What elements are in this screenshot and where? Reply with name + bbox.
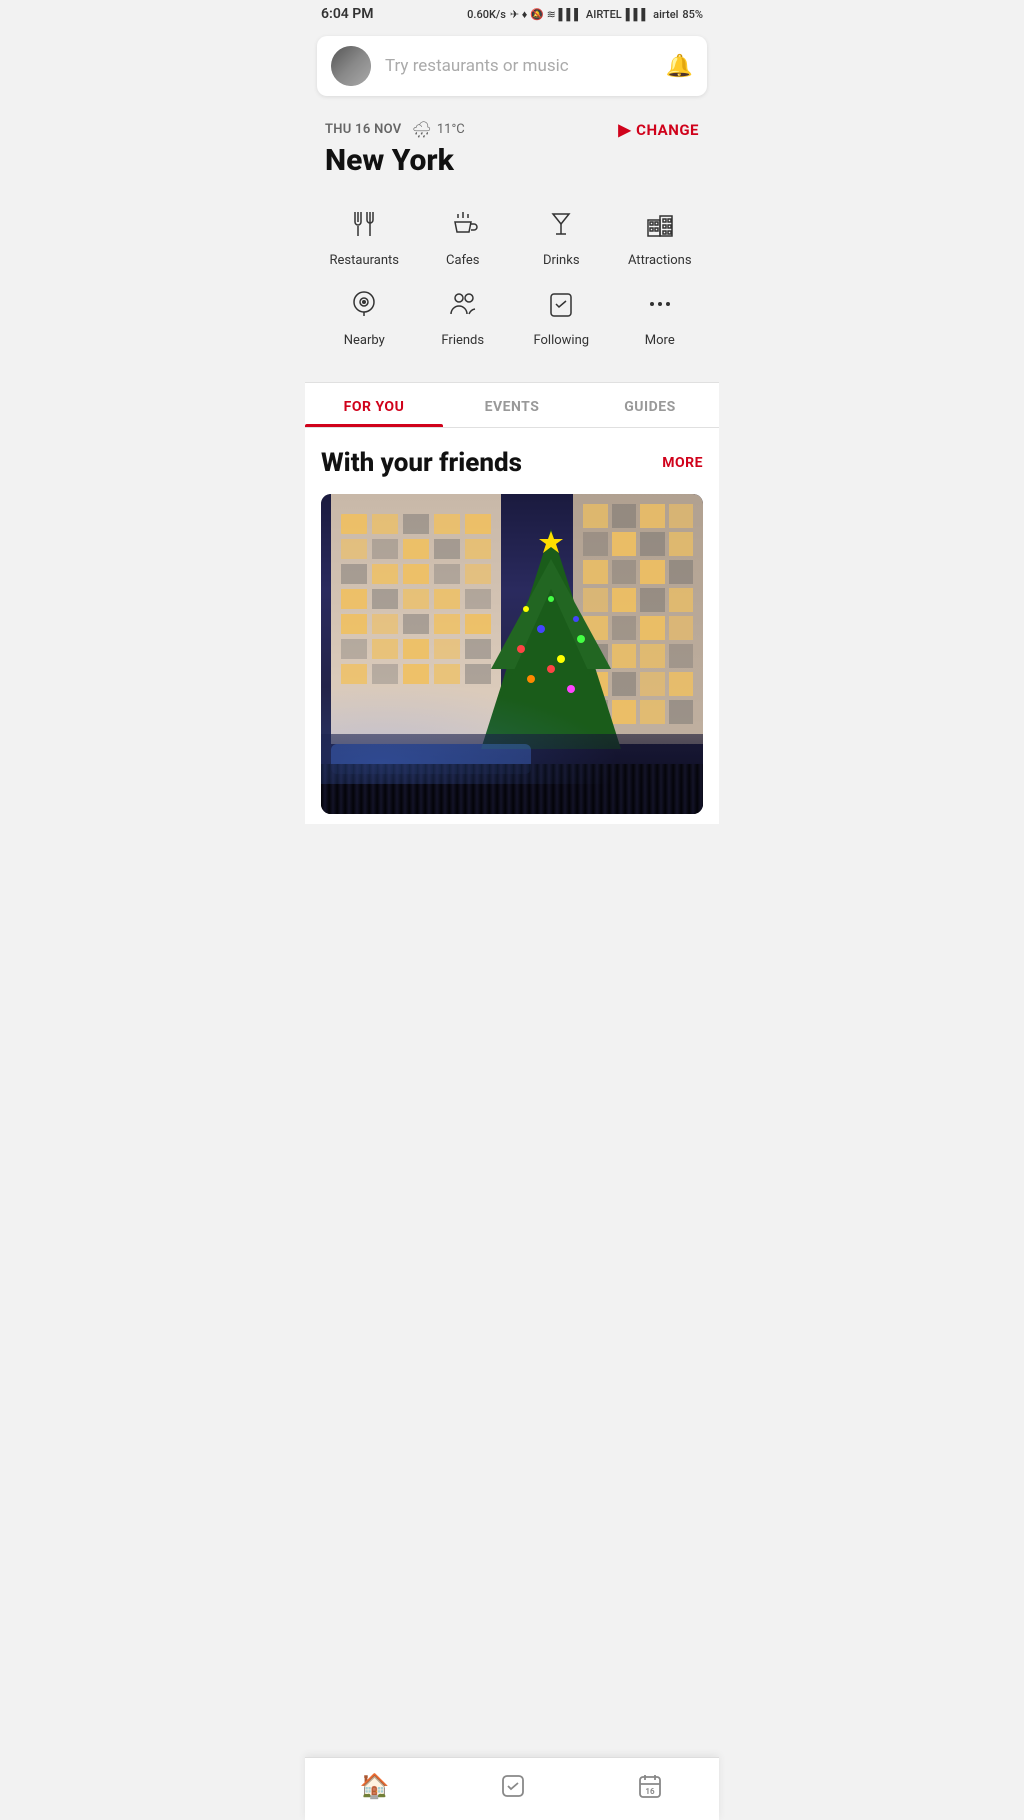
time: 6:04 PM xyxy=(321,6,374,22)
weather-info: 🌧 11°C xyxy=(412,120,465,139)
nearby-label: Nearby xyxy=(344,333,385,348)
category-drinks[interactable]: Drinks xyxy=(521,208,601,268)
status-bar: 6:04 PM 0.60K/s ✈ ♦ 🔕 ≋ ▌▌▌ AIRTEL ▌▌▌ a… xyxy=(305,0,719,28)
category-friends[interactable]: Friends xyxy=(423,288,503,348)
coffee-icon xyxy=(447,208,479,245)
change-button[interactable]: ▶ CHANGE xyxy=(618,120,699,139)
calendar-icon: 16 xyxy=(636,1772,664,1800)
category-cafes[interactable]: Cafes xyxy=(423,208,503,268)
fork-knife-icon xyxy=(348,208,380,245)
image-placeholder xyxy=(321,494,703,814)
search-bar[interactable]: Try restaurants or music 🔔 xyxy=(317,36,707,96)
bottom-nav: 🏠 16 xyxy=(305,1757,719,1820)
category-following[interactable]: Following xyxy=(521,288,601,348)
more-link[interactable]: MORE xyxy=(662,455,703,471)
tab-events[interactable]: EVENTS xyxy=(443,383,581,427)
weather-icon: 🌧 xyxy=(412,120,432,139)
home-icon: 🏠 xyxy=(360,1772,390,1800)
cocktail-icon xyxy=(545,208,577,245)
carrier2-signal: ▌▌▌ xyxy=(626,8,649,21)
status-right: 0.60K/s ✈ ♦ 🔕 ≋ ▌▌▌ AIRTEL ▌▌▌ airtel 85… xyxy=(467,8,703,21)
date-weather: THU 16 NOV 🌧 11°C xyxy=(325,120,465,139)
city-name: New York xyxy=(325,143,699,178)
following-label: Following xyxy=(533,333,589,348)
change-arrow-icon: ▶ xyxy=(618,120,631,139)
more-icon xyxy=(644,288,676,325)
tab-guides[interactable]: GUIDES xyxy=(581,383,719,427)
network-speed: 0.60K/s xyxy=(467,8,506,21)
category-attractions[interactable]: Attractions xyxy=(620,208,700,268)
location-date-row: THU 16 NOV 🌧 11°C ▶ CHANGE xyxy=(325,120,699,139)
location-icon xyxy=(348,288,380,325)
section-header: With your friends MORE xyxy=(321,448,703,478)
bell-icon[interactable]: 🔔 xyxy=(666,54,693,79)
category-grid: Restaurants Cafes xyxy=(305,188,719,378)
section-title: With your friends xyxy=(321,448,522,478)
nav-calendar[interactable]: 16 xyxy=(616,1768,684,1804)
more-label: More xyxy=(645,333,675,348)
temperature: 11°C xyxy=(437,122,465,137)
date-text: THU 16 NOV xyxy=(325,122,402,137)
restaurants-label: Restaurants xyxy=(330,253,399,268)
nav-home[interactable]: 🏠 xyxy=(340,1768,410,1804)
search-input[interactable]: Try restaurants or music xyxy=(385,56,666,76)
category-row-1: Restaurants Cafes xyxy=(315,208,709,268)
attractions-label: Attractions xyxy=(628,253,692,268)
category-row-2: Nearby Friends Following xyxy=(315,288,709,348)
featured-image-card[interactable] xyxy=(321,494,703,814)
category-restaurants[interactable]: Restaurants xyxy=(324,208,404,268)
friends-icon xyxy=(447,288,479,325)
search-icon xyxy=(499,1772,527,1800)
buildings-icon xyxy=(644,208,676,245)
location-section: THU 16 NOV 🌧 11°C ▶ CHANGE New York xyxy=(305,104,719,188)
drinks-label: Drinks xyxy=(543,253,580,268)
category-nearby[interactable]: Nearby xyxy=(324,288,404,348)
cafes-label: Cafes xyxy=(446,253,480,268)
battery: 85% xyxy=(682,8,703,21)
content-section: With your friends MORE xyxy=(305,428,719,824)
carrier2: airtel xyxy=(653,8,678,21)
category-more[interactable]: More xyxy=(620,288,700,348)
status-icons: ✈ ♦ 🔕 ≋ ▌▌▌ xyxy=(510,8,582,21)
tab-for-you[interactable]: FOR YOU xyxy=(305,383,443,427)
tabs-row: FOR YOU EVENTS GUIDES xyxy=(305,383,719,428)
following-icon xyxy=(545,288,577,325)
friends-label: Friends xyxy=(441,333,484,348)
nav-search[interactable] xyxy=(479,1768,547,1804)
avatar xyxy=(331,46,371,86)
svg-text:16: 16 xyxy=(646,1787,656,1796)
tabs-section: FOR YOU EVENTS GUIDES xyxy=(305,382,719,428)
change-label: CHANGE xyxy=(636,121,699,139)
carrier1: AIRTEL xyxy=(586,8,622,21)
